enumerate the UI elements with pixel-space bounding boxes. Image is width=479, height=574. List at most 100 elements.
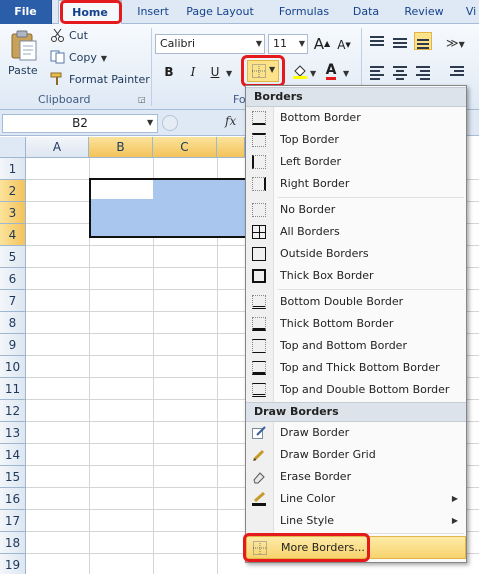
font-color-icon: A bbox=[325, 62, 337, 80]
menu-item-line-style[interactable]: Line Style ▶ bbox=[246, 510, 466, 532]
menu-item-label: Line Style bbox=[280, 514, 335, 527]
fill-color-button[interactable] bbox=[291, 63, 309, 81]
underline-dropdown-icon[interactable]: ▼ bbox=[226, 69, 232, 78]
bottom-border-icon bbox=[252, 111, 266, 125]
menu-item-all-borders[interactable]: All Borders bbox=[246, 221, 466, 243]
tab-insert[interactable]: Insert bbox=[128, 0, 178, 24]
font-size-combo[interactable]: 11 ▼ bbox=[268, 34, 308, 54]
scissors-icon bbox=[51, 28, 64, 42]
menu-item-label: Top and Double Bottom Border bbox=[280, 383, 450, 396]
fill-color-icon bbox=[293, 65, 307, 79]
shrink-font-button[interactable]: A▼ bbox=[335, 36, 353, 54]
italic-button[interactable]: I bbox=[184, 63, 202, 81]
align-right-icon[interactable] bbox=[414, 64, 432, 82]
row-header[interactable]: 16 bbox=[0, 488, 26, 510]
chevron-down-icon[interactable]: ▼ bbox=[147, 118, 153, 127]
font-name-value: Calibri bbox=[160, 37, 196, 50]
menu-item-top-border[interactable]: Top Border bbox=[246, 129, 466, 151]
middle-align-icon[interactable] bbox=[391, 36, 409, 54]
menu-item-label: Thick Box Border bbox=[280, 269, 374, 282]
row-header[interactable]: 9 bbox=[0, 334, 26, 356]
row-header[interactable]: 5 bbox=[0, 246, 26, 268]
column-header-b[interactable]: B bbox=[89, 137, 153, 158]
submenu-arrow-icon: ▶ bbox=[451, 494, 458, 503]
row-header[interactable]: 2 bbox=[0, 180, 26, 202]
menu-item-label: Top and Thick Bottom Border bbox=[280, 361, 440, 374]
row-header[interactable]: 15 bbox=[0, 466, 26, 488]
row-header[interactable]: 14 bbox=[0, 444, 26, 466]
menu-item-label: Draw Border Grid bbox=[280, 448, 376, 461]
indent-icon[interactable] bbox=[448, 64, 466, 82]
tab-data[interactable]: Data bbox=[344, 0, 388, 24]
row-header[interactable]: 17 bbox=[0, 510, 26, 532]
bottom-align-icon[interactable] bbox=[414, 32, 432, 50]
menu-item-draw-border-grid[interactable]: Draw Border Grid bbox=[246, 444, 466, 466]
tab-review[interactable]: Review bbox=[397, 0, 451, 24]
align-center-icon[interactable] bbox=[391, 64, 409, 82]
grow-font-button[interactable]: A▲ bbox=[313, 35, 331, 53]
draw-borders-section-header: Draw Borders bbox=[246, 402, 466, 422]
top-align-icon[interactable] bbox=[368, 34, 386, 52]
row-header[interactable]: 19 bbox=[0, 554, 26, 574]
menu-item-erase-border[interactable]: Erase Border bbox=[246, 466, 466, 488]
underline-button[interactable]: U bbox=[206, 63, 224, 81]
pencil-icon bbox=[252, 426, 266, 439]
fill-dropdown-icon[interactable]: ▼ bbox=[310, 69, 316, 78]
orientation-icon[interactable]: ≫▼ bbox=[446, 36, 465, 50]
insert-function-button[interactable]: fx bbox=[225, 114, 236, 128]
font-color-button[interactable]: A bbox=[322, 61, 340, 80]
copy-button[interactable]: Copy ▼ bbox=[50, 49, 107, 67]
menu-item-line-color[interactable]: Line Color ▶ bbox=[246, 488, 466, 510]
menu-item-outside-borders[interactable]: Outside Borders bbox=[246, 243, 466, 265]
column-header-a[interactable]: A bbox=[26, 137, 89, 158]
row-header[interactable]: 6 bbox=[0, 268, 26, 290]
paste-icon[interactable] bbox=[10, 30, 38, 62]
menu-item-top-thick-bottom-border[interactable]: Top and Thick Bottom Border bbox=[246, 357, 466, 379]
cut-button[interactable]: Cut bbox=[50, 27, 88, 45]
formula-bar-expand-icon[interactable] bbox=[162, 115, 178, 131]
menu-item-top-double-bottom-border[interactable]: Top and Double Bottom Border bbox=[246, 379, 466, 401]
bold-button[interactable]: B bbox=[160, 63, 178, 81]
menu-item-thick-box-border[interactable]: Thick Box Border bbox=[246, 265, 466, 287]
menu-item-bottom-double-border[interactable]: Bottom Double Border bbox=[246, 291, 466, 313]
row-header[interactable]: 11 bbox=[0, 378, 26, 400]
column-header-d[interactable] bbox=[217, 137, 245, 158]
tab-page-layout[interactable]: Page Layout bbox=[183, 0, 257, 24]
right-border-icon bbox=[252, 177, 266, 191]
menu-item-top-bottom-border[interactable]: Top and Bottom Border bbox=[246, 335, 466, 357]
clipboard-launcher-icon[interactable]: ◲ bbox=[138, 95, 146, 104]
tab-view[interactable]: Vi bbox=[462, 0, 479, 24]
row-header[interactable]: 18 bbox=[0, 532, 26, 554]
top-double-bottom-border-icon bbox=[252, 383, 266, 397]
font-name-combo[interactable]: Calibri ▼ bbox=[155, 34, 265, 54]
name-box[interactable]: B2 bbox=[2, 114, 158, 133]
copy-dropdown-icon[interactable]: ▼ bbox=[101, 54, 107, 63]
selection-outline bbox=[89, 178, 269, 238]
row-header[interactable]: 12 bbox=[0, 400, 26, 422]
row-header[interactable]: 13 bbox=[0, 422, 26, 444]
column-header-c[interactable]: C bbox=[153, 137, 217, 158]
paste-button[interactable]: Paste bbox=[8, 64, 38, 77]
font-color-dropdown-icon[interactable]: ▼ bbox=[343, 69, 349, 78]
row-header[interactable]: 10 bbox=[0, 356, 26, 378]
menu-item-left-border[interactable]: Left Border bbox=[246, 151, 466, 173]
tab-file[interactable]: File bbox=[0, 0, 52, 24]
row-header[interactable]: 1 bbox=[0, 158, 26, 180]
menu-item-right-border[interactable]: Right Border bbox=[246, 173, 466, 195]
borders-button-highlight bbox=[241, 55, 285, 87]
menu-item-thick-bottom-border[interactable]: Thick Bottom Border bbox=[246, 313, 466, 335]
row-header[interactable]: 4 bbox=[0, 224, 26, 246]
menu-item-no-border[interactable]: No Border bbox=[246, 199, 466, 221]
row-header[interactable]: 7 bbox=[0, 290, 26, 312]
menu-item-label: Outside Borders bbox=[280, 247, 369, 260]
row-header[interactable]: 3 bbox=[0, 202, 26, 224]
left-border-icon bbox=[252, 155, 266, 169]
menu-item-draw-border[interactable]: Draw Border bbox=[246, 422, 466, 444]
format-painter-button[interactable]: Format Painter bbox=[50, 71, 150, 89]
select-all-corner[interactable] bbox=[0, 137, 26, 158]
copy-label: Copy bbox=[69, 51, 97, 64]
row-header[interactable]: 8 bbox=[0, 312, 26, 334]
tab-formulas[interactable]: Formulas bbox=[272, 0, 336, 24]
menu-item-bottom-border[interactable]: Bottom Border bbox=[246, 107, 466, 129]
align-left-icon[interactable] bbox=[368, 64, 386, 82]
